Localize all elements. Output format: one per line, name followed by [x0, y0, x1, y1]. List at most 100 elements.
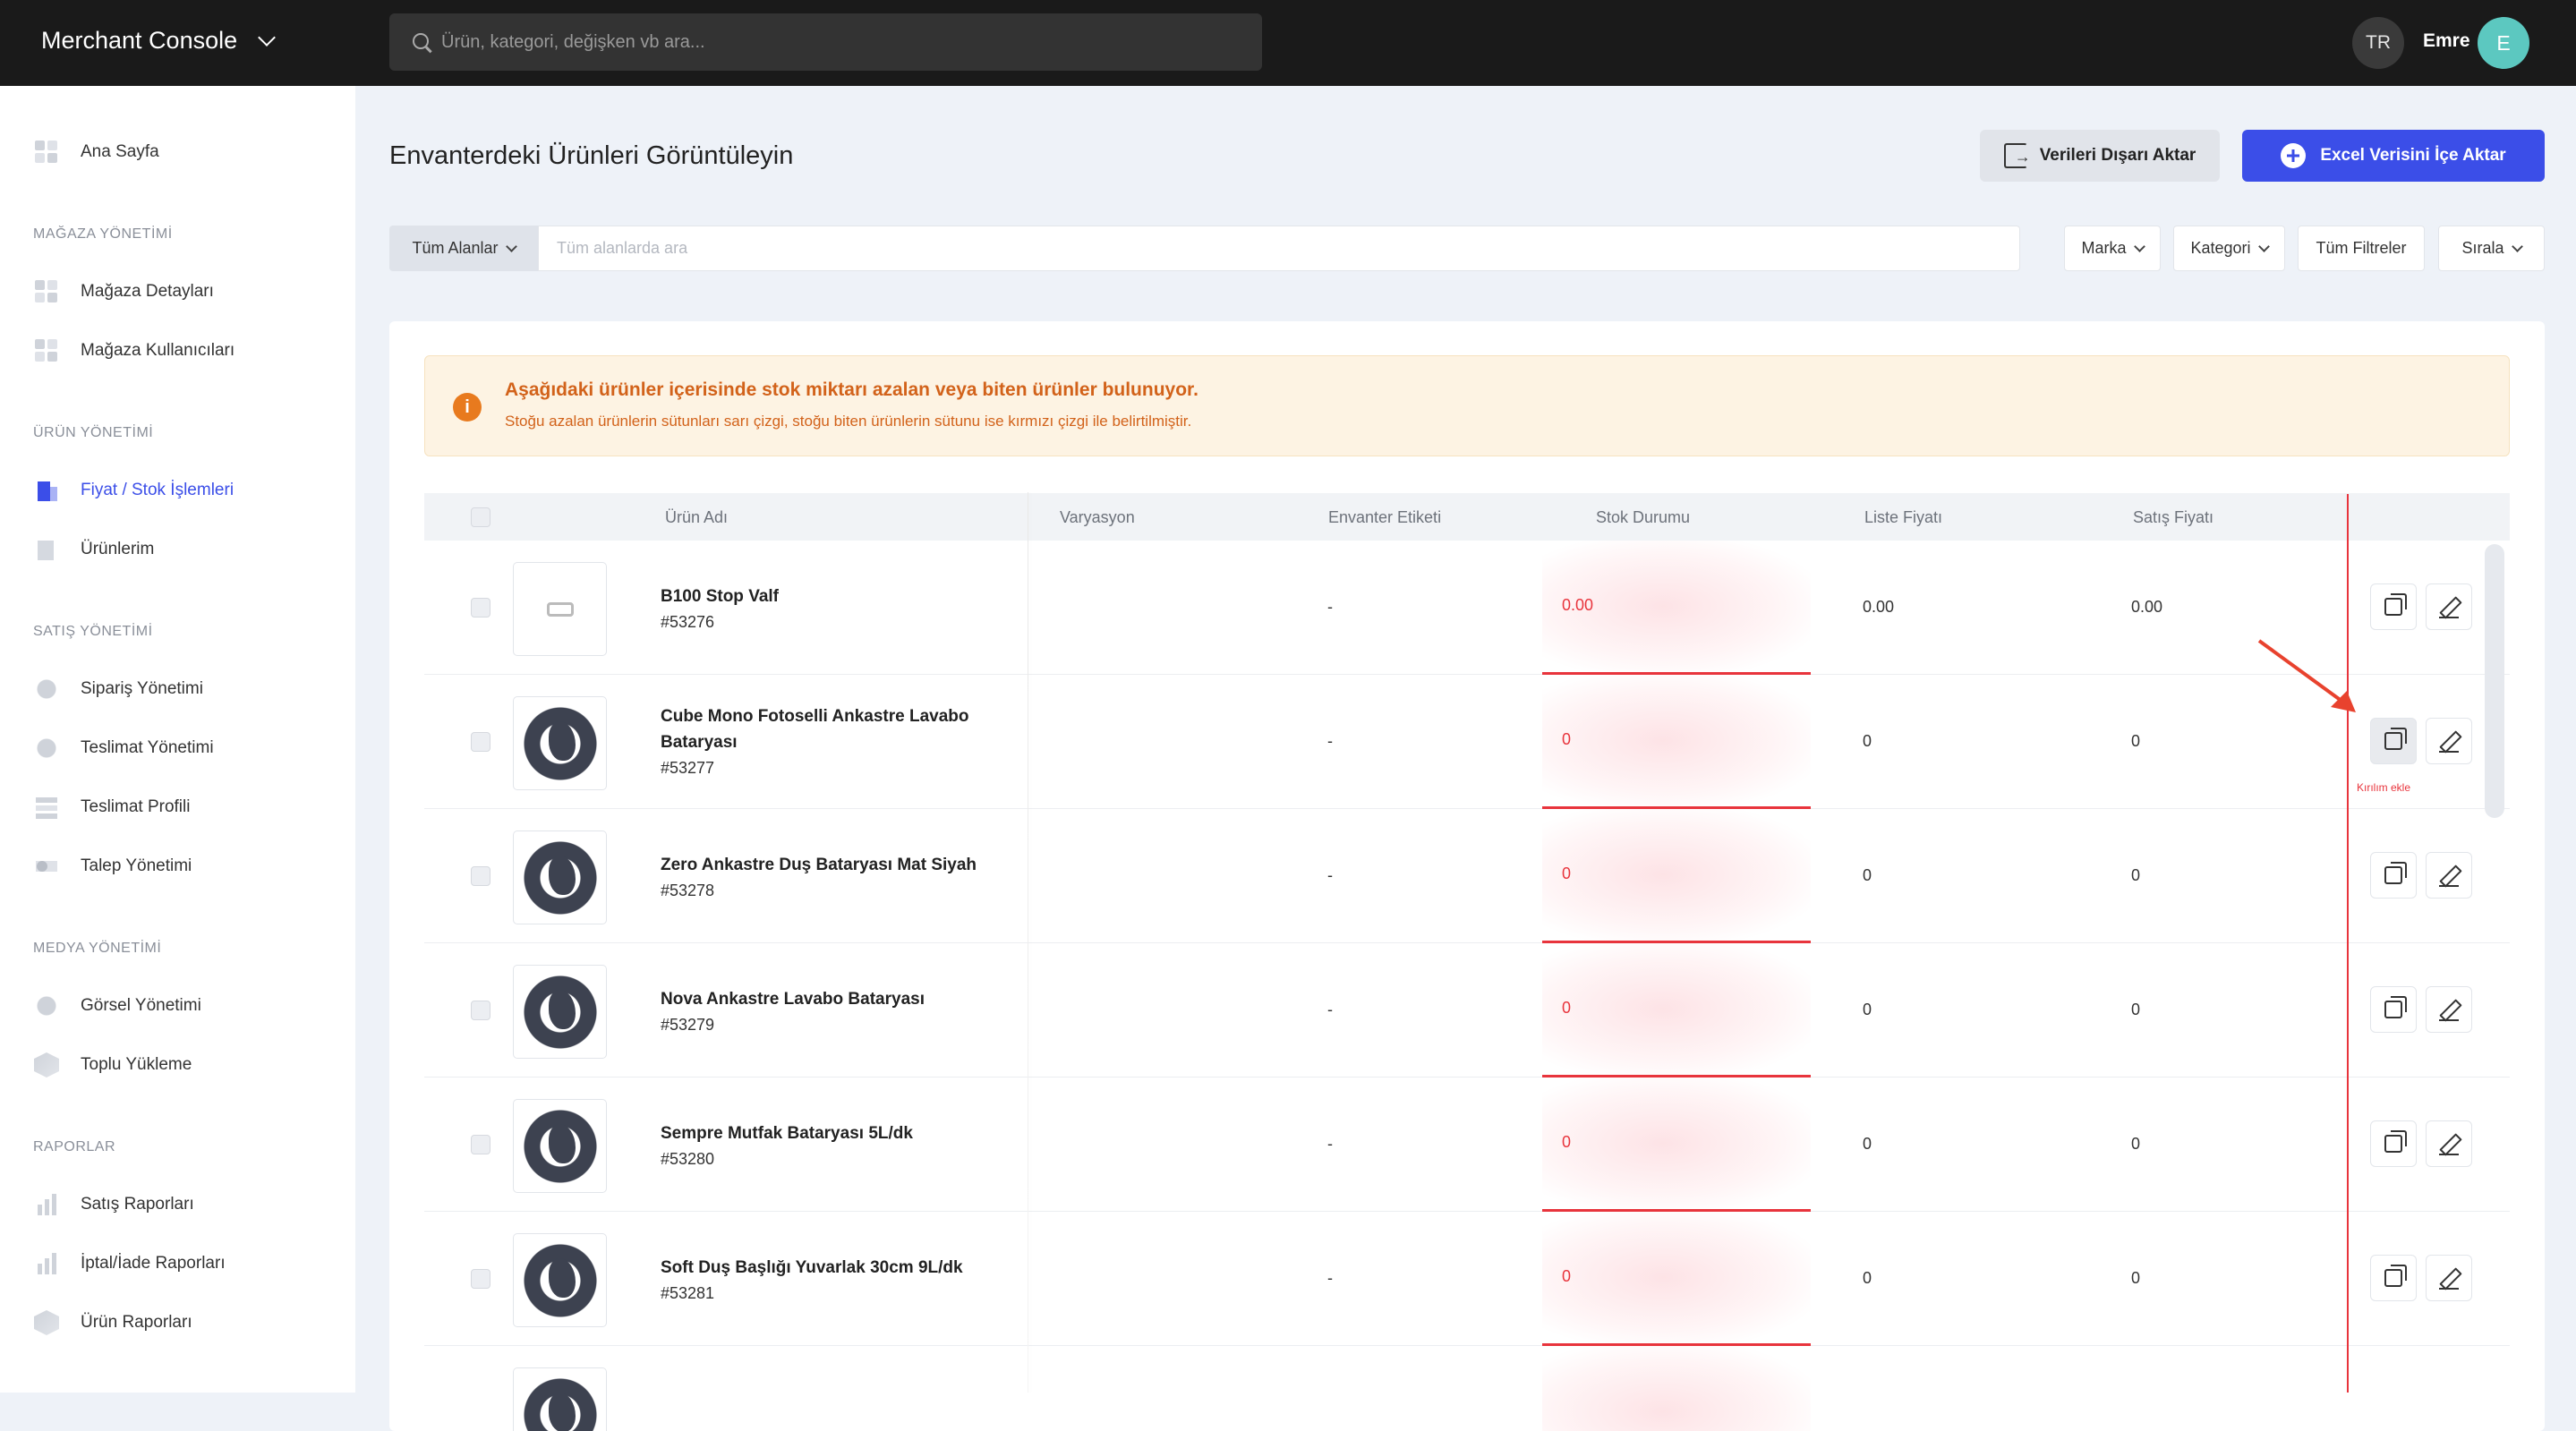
lion-logo-image [522, 1242, 599, 1319]
column-header[interactable]: Varyasyon [1060, 508, 1135, 527]
select-all-checkbox[interactable] [471, 507, 490, 527]
product-name[interactable]: B100 Stop Valf#53276 [661, 583, 1010, 635]
stock-value: 0 [1562, 865, 1571, 883]
top-bar: Merchant Console Ürün, kategori, değişke… [0, 0, 2576, 86]
edit-button[interactable] [2426, 1255, 2472, 1301]
sidebar-section-title: RAPORLAR [33, 1139, 115, 1155]
add-variant-button[interactable] [2370, 718, 2417, 764]
sidebar-item-images[interactable]: Görsel Yönetimi [34, 993, 201, 1018]
pencil-icon [2439, 731, 2459, 751]
stock-cell: 0 [1542, 675, 1811, 809]
column-header[interactable]: Liste Fiyatı [1864, 508, 1942, 527]
sidebar-item-my-products[interactable]: Ürünlerim [34, 537, 154, 562]
lion-logo-image [522, 839, 599, 916]
filter-label: Sırala [2461, 239, 2503, 258]
add-variant-button[interactable] [2370, 986, 2417, 1033]
sale-price: 0 [2131, 1001, 2140, 1019]
inventory-tag: - [1327, 1269, 1333, 1288]
stock-warning-alert: i Aşağıdaki ürünler içerisinde stok mikt… [424, 355, 2510, 456]
annotation-arrow-icon [2256, 637, 2363, 718]
sidebar-item-return-reports[interactable]: İptal/İade Raporları [34, 1251, 226, 1276]
product-name[interactable]: Soft Duş Başlığı Yuvarlak 30cm 9L/dk#532… [661, 1255, 1010, 1307]
sidebar-item-bulk-upload[interactable]: Toplu Yükleme [34, 1052, 192, 1078]
product-sku: #53277 [661, 755, 1010, 781]
edit-button[interactable] [2426, 852, 2472, 899]
sidebar-section-title: MAĞAZA YÖNETİMİ [33, 226, 173, 243]
product-name[interactable]: Cube Mono Fotoselli Ankastre Lavabo Bata… [661, 703, 1010, 781]
sort-select[interactable]: Sırala [2438, 226, 2545, 271]
brand-filter[interactable]: Marka [2064, 226, 2161, 271]
sidebar-item-requests[interactable]: Talep Yönetimi [34, 854, 192, 879]
sidebar-item-label: Talep Yönetimi [81, 856, 192, 876]
product-thumbnail[interactable] [513, 696, 607, 790]
sidebar-item-price-stock[interactable]: Fiyat / Stok İşlemleri [34, 478, 234, 503]
all-filters-button[interactable]: Tüm Filtreler [2298, 226, 2425, 271]
product-thumbnail[interactable] [513, 562, 607, 656]
export-data-button[interactable]: Verileri Dışarı Aktar [1980, 130, 2220, 182]
category-filter[interactable]: Kategori [2173, 226, 2285, 271]
annotation-line [2347, 494, 2349, 1393]
table-search-input[interactable]: Tüm alanlarda ara [538, 226, 2020, 271]
sidebar-item-store-users[interactable]: Mağaza Kullanıcıları [34, 338, 235, 363]
sidebar-item-store-details[interactable]: Mağaza Detayları [34, 279, 214, 304]
sidebar-item-orders[interactable]: Sipariş Yönetimi [34, 677, 203, 702]
table-row: Zero Ankastre Duş Bataryası Mat Siyah#53… [424, 809, 2510, 943]
order-icon [34, 677, 59, 702]
avatar[interactable]: E [2478, 17, 2529, 69]
brand-switcher[interactable]: Merchant Console [41, 27, 273, 55]
add-variant-button[interactable] [2370, 852, 2417, 899]
row-checkbox[interactable] [471, 598, 490, 618]
user-name[interactable]: Emre [2423, 30, 2470, 52]
inventory-tag: - [1327, 598, 1333, 617]
column-header[interactable]: Satış Fiyatı [2133, 508, 2213, 527]
product-name[interactable]: Zero Ankastre Duş Bataryası Mat Siyah#53… [661, 852, 1010, 904]
sidebar-item-sales-reports[interactable]: Satış Raporları [34, 1192, 194, 1217]
row-checkbox[interactable] [471, 1001, 490, 1020]
edit-button[interactable] [2426, 583, 2472, 630]
import-excel-button[interactable]: Excel Verisini İçe Aktar [2242, 130, 2545, 182]
row-checkbox[interactable] [471, 1269, 490, 1289]
column-header[interactable]: Stok Durumu [1596, 508, 1690, 527]
price-tag-icon [34, 478, 59, 503]
table-row: Cube Mono Fotoselli Ankastre Lavabo Bata… [424, 675, 2510, 809]
add-variant-button[interactable] [2370, 1255, 2417, 1301]
field-select[interactable]: Tüm Alanlar [389, 226, 538, 271]
sidebar-item-delivery[interactable]: Teslimat Yönetimi [34, 736, 214, 761]
sidebar-item-label: Fiyat / Stok İşlemleri [81, 481, 234, 500]
product-thumbnail[interactable] [513, 1233, 607, 1327]
sidebar-item-label: İptal/İade Raporları [81, 1254, 226, 1273]
add-variant-button[interactable] [2370, 583, 2417, 630]
product-thumbnail[interactable] [513, 965, 607, 1059]
box-icon [34, 1310, 59, 1335]
product-name[interactable]: Nova Ankastre Lavabo Bataryası#53279 [661, 986, 1010, 1038]
product-thumbnail[interactable] [513, 830, 607, 924]
valve-image [547, 602, 574, 617]
sidebar-item-home[interactable]: Ana Sayfa [34, 140, 159, 165]
sale-price: 0 [2131, 732, 2140, 751]
search-placeholder: Ürün, kategori, değişken vb ara... [441, 32, 705, 53]
pencil-icon [2439, 597, 2459, 617]
column-header[interactable]: Ürün Adı [665, 508, 728, 527]
edit-button[interactable] [2426, 1120, 2472, 1167]
lion-logo-image [522, 705, 599, 782]
add-variant-button[interactable] [2370, 1120, 2417, 1167]
edit-button[interactable] [2426, 986, 2472, 1033]
sidebar-item-product-reports[interactable]: Ürün Raporları [34, 1310, 192, 1335]
row-checkbox[interactable] [471, 732, 490, 752]
image-icon [34, 993, 59, 1018]
sidebar-item-label: Sipariş Yönetimi [81, 679, 203, 699]
edit-button[interactable] [2426, 718, 2472, 764]
stock-value: 0 [1562, 999, 1571, 1018]
product-name[interactable]: Sempre Mutfak Bataryası 5L/dk#53280 [661, 1120, 1010, 1172]
table-scrollbar[interactable] [2485, 544, 2504, 818]
sidebar-item-label: Teslimat Profili [81, 797, 190, 817]
language-switch[interactable]: TR [2352, 17, 2404, 69]
row-checkbox[interactable] [471, 866, 490, 886]
row-checkbox[interactable] [471, 1135, 490, 1154]
product-thumbnail[interactable] [513, 1367, 607, 1431]
product-thumbnail[interactable] [513, 1099, 607, 1193]
column-header[interactable]: Envanter Etiketi [1328, 508, 1441, 527]
global-search-input[interactable]: Ürün, kategori, değişken vb ara... [389, 13, 1262, 71]
sidebar-item-delivery-profile[interactable]: Teslimat Profili [34, 795, 190, 820]
sidebar-item-label: Ürünlerim [81, 540, 154, 559]
